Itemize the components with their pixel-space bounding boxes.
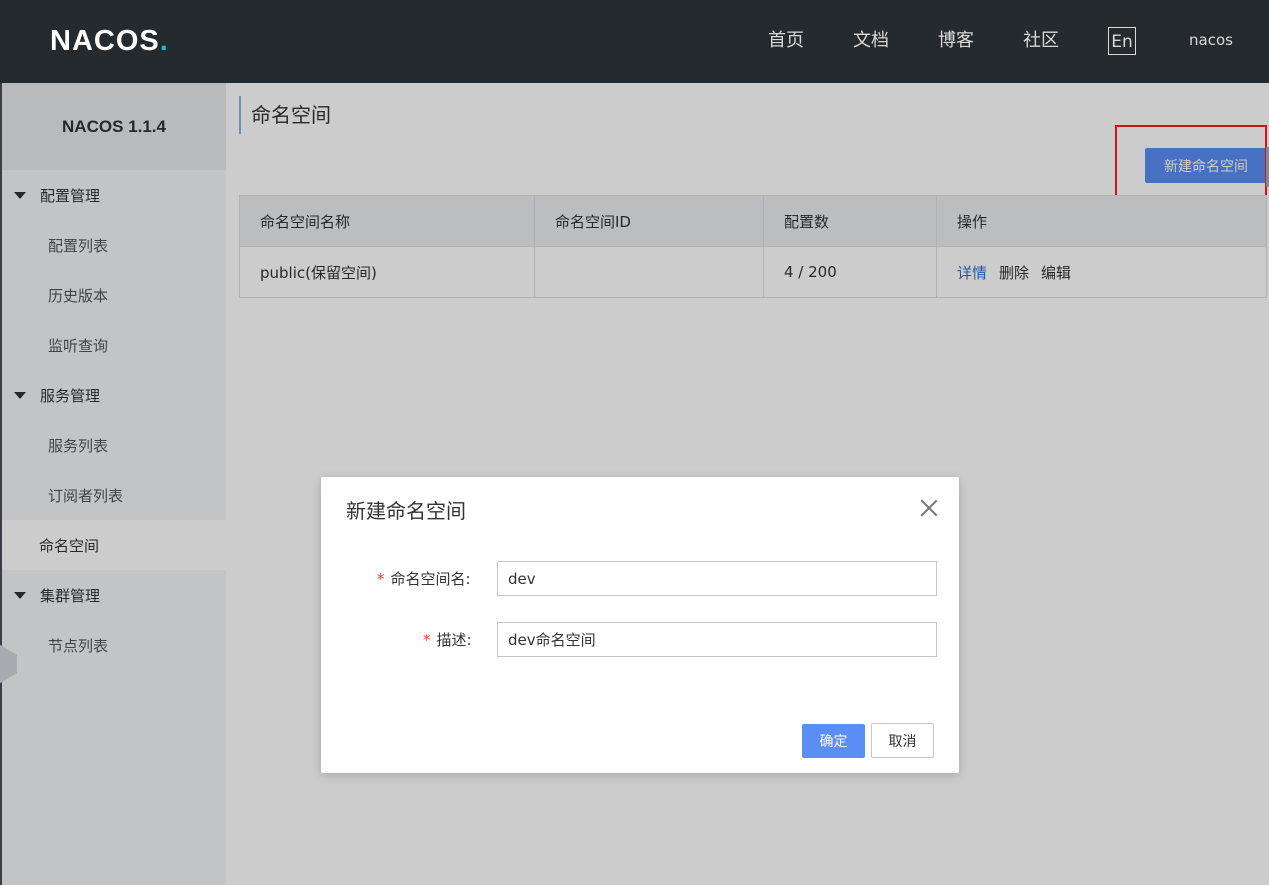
logo-text: NACOS [50,25,160,57]
nav-blog[interactable]: 博客 [938,28,974,54]
dialog-title: 新建命名空间 [346,499,466,523]
nav-docs[interactable]: 文档 [853,28,889,54]
close-icon[interactable] [918,497,940,519]
user-name[interactable]: nacos [1189,31,1233,49]
cancel-button[interactable]: 取消 [871,723,934,758]
required-asterisk: * [423,631,431,649]
description-label: * 描述: [423,631,472,649]
description-input[interactable] [497,622,937,657]
namespace-name-input[interactable] [497,561,937,596]
nav-community[interactable]: 社区 [1023,28,1059,54]
namespace-name-label: * 命名空间名: [377,570,471,588]
nav-home[interactable]: 首页 [768,28,804,54]
language-toggle[interactable]: En [1108,27,1136,55]
create-namespace-dialog: 新建命名空间 *命名空间名: *描述: 确定 取消 [321,477,959,773]
nacos-logo[interactable]: NACOS. [50,22,169,60]
confirm-button[interactable]: 确定 [802,724,865,758]
top-bar: NACOS. 首页 文档 博客 社区 En nacos [0,0,1269,83]
logo-dot: . [159,25,169,57]
required-asterisk: * [377,570,385,588]
